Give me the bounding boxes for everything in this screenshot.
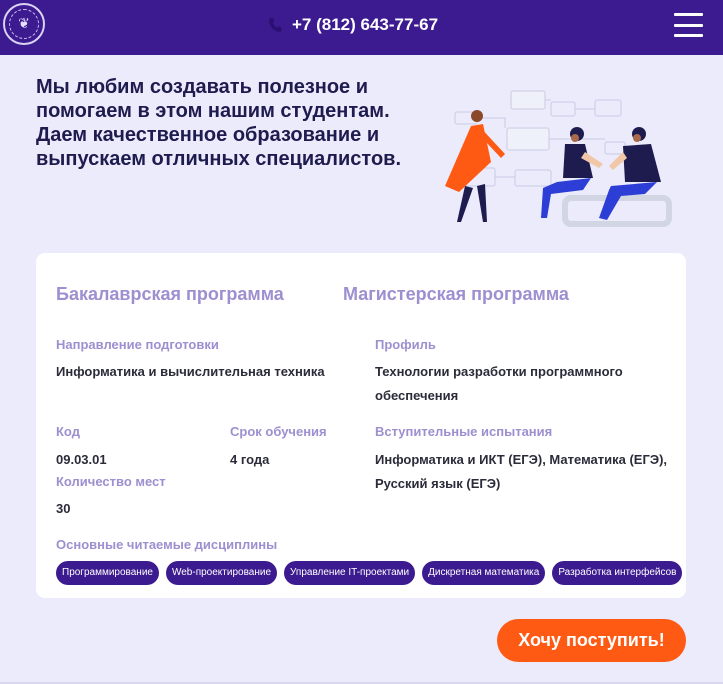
phone-contact[interactable]: +7 (812) 643-77-67 <box>268 14 438 36</box>
program-card: Бакалаврская программа Магистерская прог… <box>36 253 686 598</box>
profile-value: Технологии разработки программного обесп… <box>375 364 623 403</box>
seats-label: Количество мест <box>56 474 166 489</box>
exams-label: Вступительные испытания <box>375 424 553 439</box>
code-label: Код <box>56 424 80 439</box>
phone-icon <box>268 18 282 32</box>
apply-button[interactable]: Хочу поступить! <box>497 619 686 662</box>
top-bar: ❦ +7 (812) 643-77-67 <box>0 0 723 55</box>
discipline-tag[interactable]: Программирование <box>56 561 159 585</box>
tab-master[interactable]: Магистерская программа <box>343 284 569 305</box>
emblem-icon: ❦ <box>9 9 39 39</box>
students-illustration <box>445 90 672 227</box>
disciplines-label: Основные читаемые дисциплины <box>56 537 278 552</box>
profile-label: Профиль <box>375 337 436 352</box>
duration-label: Срок обучения <box>230 424 327 439</box>
tab-bachelor[interactable]: Бакалаврская программа <box>56 284 284 305</box>
disciplines-list: Программирование Web-проектирование Упра… <box>56 561 683 585</box>
discipline-tag[interactable]: Управление IT-проектами <box>284 561 416 585</box>
menu-icon[interactable] <box>674 13 703 37</box>
exams-value: Информатика и ИКТ (ЕГЭ), Математика (ЕГЭ… <box>375 452 668 491</box>
code-value: 09.03.01 <box>56 452 107 467</box>
seats-value: 30 <box>56 501 71 516</box>
direction-label: Направление подготовки <box>56 337 219 352</box>
phone-number[interactable]: +7 (812) 643-77-67 <box>292 15 438 35</box>
duration-value: 4 года <box>230 452 270 467</box>
discipline-tag[interactable]: Дискретная математика <box>422 561 546 585</box>
discipline-tag[interactable]: Разработка интерфейсов <box>552 561 683 585</box>
university-logo[interactable]: ❦ <box>3 3 45 45</box>
direction-value: Информатика и вычислительная техника <box>56 364 325 379</box>
discipline-tag[interactable]: Web-проектирование <box>165 561 278 585</box>
hero-text: Мы любим создавать полезное и помогаем в… <box>36 76 402 170</box>
